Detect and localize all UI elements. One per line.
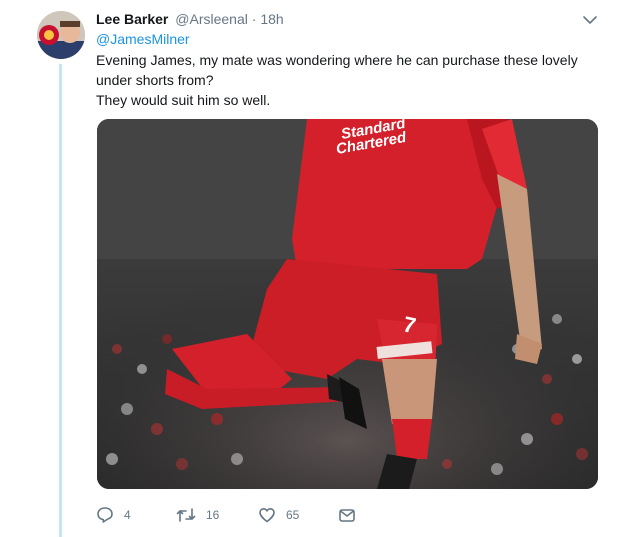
retweet-button[interactable]: 16 xyxy=(176,505,219,525)
reply-button[interactable]: 4 xyxy=(96,505,131,525)
reply-count: 4 xyxy=(124,508,131,522)
tweet-actions: 4 16 65 xyxy=(96,505,396,525)
like-count: 65 xyxy=(286,508,300,522)
author-handle[interactable]: @Arsleenal xyxy=(175,11,248,27)
tweet-text-line-2: They would suit him so well. xyxy=(96,92,271,108)
chevron-down-icon[interactable] xyxy=(582,12,598,28)
retweet-icon xyxy=(176,508,196,522)
thread-line xyxy=(59,64,62,537)
reply-to-mention[interactable]: @JamesMilner xyxy=(96,30,190,48)
reply-icon xyxy=(97,507,113,523)
football-player-photo: Standard Chartered 7 xyxy=(97,119,598,489)
tweet[interactable]: Lee Barker @Arsleenal · 18h @JamesMilner… xyxy=(0,0,628,537)
avatar[interactable] xyxy=(37,11,85,59)
tweet-photo[interactable]: Standard Chartered 7 xyxy=(97,119,598,489)
envelope-icon xyxy=(339,509,355,522)
tweet-timestamp[interactable]: 18h xyxy=(260,11,283,27)
heart-icon xyxy=(259,508,275,523)
tweet-text: Evening James, my mate was wondering whe… xyxy=(96,50,596,110)
author-display-name[interactable]: Lee Barker xyxy=(96,11,168,27)
tweet-text-line-1: Evening James, my mate was wondering whe… xyxy=(96,52,578,88)
tweet-header: Lee Barker @Arsleenal · 18h xyxy=(96,10,284,28)
separator-dot: · xyxy=(251,11,257,27)
retweet-count: 16 xyxy=(206,508,220,522)
avatar-image xyxy=(37,11,85,59)
direct-message-button[interactable] xyxy=(338,505,356,525)
like-button[interactable]: 65 xyxy=(258,505,299,525)
